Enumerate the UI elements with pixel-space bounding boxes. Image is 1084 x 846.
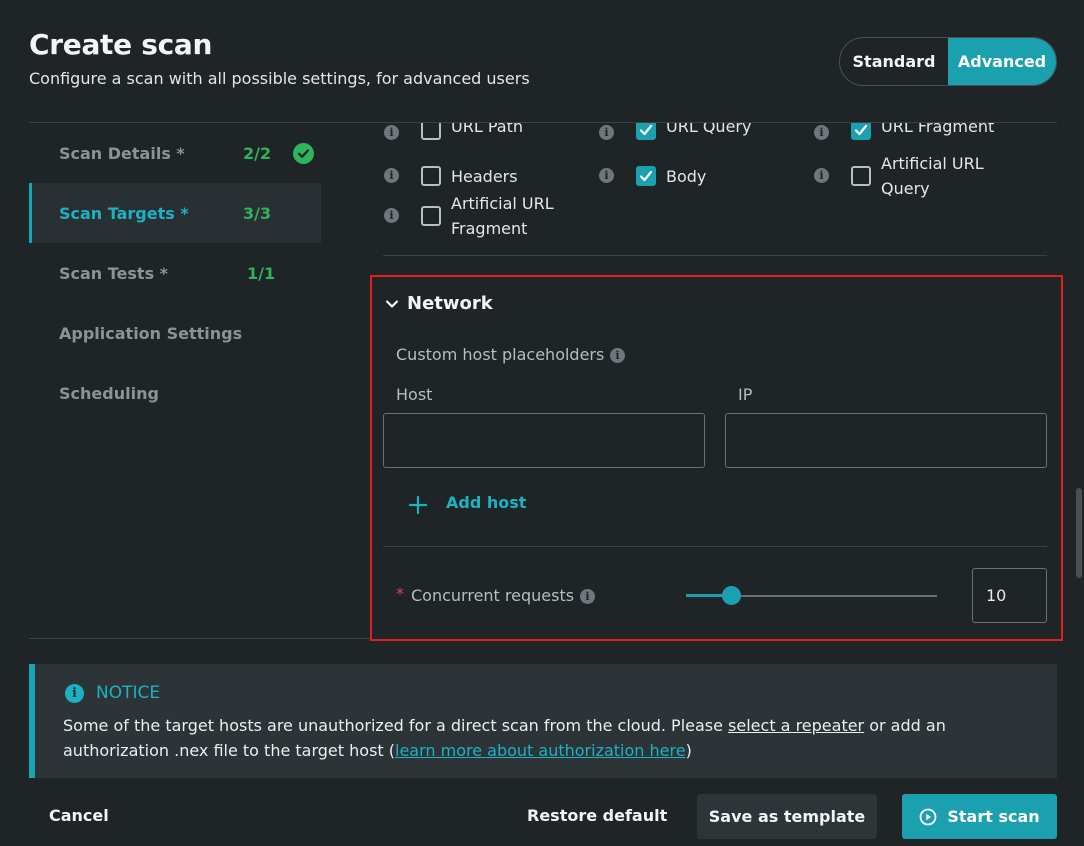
mode-advanced-button[interactable]: Advanced bbox=[948, 38, 1056, 85]
info-icon[interactable]: i bbox=[814, 168, 829, 183]
checkbox-label: Headers bbox=[451, 167, 518, 186]
info-icon[interactable]: i bbox=[599, 125, 614, 140]
sidebar-item-count: 2/2 bbox=[243, 143, 272, 163]
checkbox-label: Artificial URL bbox=[881, 154, 984, 173]
content-divider bbox=[29, 638, 370, 639]
cancel-button[interactable]: Cancel bbox=[49, 806, 109, 825]
info-icon[interactable]: i bbox=[610, 348, 625, 363]
info-icon[interactable]: i bbox=[580, 589, 595, 604]
restore-default-button[interactable]: Restore default bbox=[527, 806, 667, 825]
sidebar-item-label: Scheduling bbox=[59, 383, 159, 403]
checkbox-label: Body bbox=[666, 167, 707, 186]
page-title: Create scan bbox=[29, 28, 213, 61]
start-scan-label: Start scan bbox=[947, 807, 1040, 826]
info-icon[interactable]: i bbox=[814, 125, 829, 140]
play-circle-icon bbox=[919, 808, 937, 826]
info-icon[interactable]: i bbox=[384, 125, 399, 140]
start-scan-button[interactable]: Start scan bbox=[902, 794, 1057, 839]
checkbox-label: URL Query bbox=[666, 123, 752, 136]
add-host-button[interactable]: Add host bbox=[446, 493, 526, 512]
sidebar-item-label: Scan Details * bbox=[59, 143, 185, 163]
sidebar-item-scan-details[interactable]: Scan Details * 2/2 bbox=[29, 123, 321, 183]
checkbox-label: URL Fragment bbox=[881, 123, 995, 136]
notice-text: ) bbox=[685, 741, 692, 760]
checkbox-url-path[interactable] bbox=[421, 123, 441, 140]
mode-standard-button[interactable]: Standard bbox=[840, 38, 948, 85]
notice-banner: i NOTICE Some of the target hosts are un… bbox=[29, 664, 1057, 778]
concurrent-requests-input[interactable]: 10 bbox=[972, 568, 1047, 623]
save-as-template-button[interactable]: Save as template bbox=[697, 794, 877, 839]
chevron-down-icon[interactable] bbox=[385, 296, 399, 310]
info-icon[interactable]: i bbox=[384, 168, 399, 183]
checkbox-artificial-url-query[interactable] bbox=[851, 166, 871, 186]
notice-line-1: Some of the target hosts are unauthorize… bbox=[63, 713, 946, 738]
info-icon[interactable]: i bbox=[599, 168, 614, 183]
sidebar-item-scan-targets[interactable]: Scan Targets * 3/3 bbox=[29, 183, 321, 243]
concurrent-requests-label: Concurrent requests bbox=[411, 586, 575, 605]
checkbox-label: Artificial URL bbox=[451, 194, 554, 213]
checkbox-headers[interactable] bbox=[421, 166, 441, 186]
notice-text: or add an bbox=[864, 716, 946, 735]
info-icon[interactable]: i bbox=[384, 208, 399, 223]
sidebar-item-count: 3/3 bbox=[243, 203, 272, 223]
checkbox-label: URL Path bbox=[451, 123, 523, 136]
checkbox-url-fragment[interactable] bbox=[851, 123, 871, 140]
notice-text: Some of the target hosts are unauthorize… bbox=[63, 716, 729, 735]
checkbox-body[interactable] bbox=[636, 166, 656, 186]
sidebar-item-count: 1/1 bbox=[247, 263, 276, 283]
checkbox-url-query[interactable] bbox=[636, 123, 656, 140]
ip-input[interactable] bbox=[725, 413, 1047, 468]
required-mark: * bbox=[396, 584, 404, 603]
concurrent-requests-slider-thumb[interactable] bbox=[722, 586, 741, 605]
sidebar-item-label: Scan Tests * bbox=[59, 263, 169, 283]
section-divider bbox=[383, 255, 1047, 256]
scrollbar-thumb[interactable] bbox=[1076, 488, 1082, 578]
info-icon: i bbox=[65, 684, 84, 703]
checkbox-artificial-url-fragment[interactable] bbox=[421, 206, 441, 226]
host-label: Host bbox=[396, 385, 433, 404]
network-section-title[interactable]: Network bbox=[407, 293, 493, 314]
notice-line-2: authorization .nex file to the target ho… bbox=[63, 738, 692, 763]
check-circle-icon bbox=[293, 142, 314, 164]
targets-top-row: i URL Path i URL Query i URL Fragment bbox=[370, 123, 1070, 145]
network-divider bbox=[383, 546, 1047, 547]
sidebar-item-label: Application Settings bbox=[59, 323, 243, 343]
checkbox-label-line2: Query bbox=[881, 179, 930, 198]
ip-label: IP bbox=[738, 385, 753, 404]
select-repeater-link[interactable]: select a repeater bbox=[728, 716, 864, 735]
learn-more-authorization-link[interactable]: learn more about authorization here bbox=[395, 741, 686, 760]
sidebar-item-label: Scan Targets * bbox=[59, 203, 189, 223]
notice-title: NOTICE bbox=[96, 683, 161, 703]
sidebar-item-scan-tests[interactable]: Scan Tests * 1/1 bbox=[29, 243, 321, 303]
sidebar-item-scheduling[interactable]: Scheduling bbox=[29, 363, 321, 423]
host-input[interactable] bbox=[383, 413, 705, 468]
custom-host-placeholders-label: Custom host placeholders bbox=[396, 345, 605, 364]
checkbox-label-line2: Fragment bbox=[451, 219, 528, 238]
mode-toggle: Standard Advanced bbox=[839, 37, 1057, 86]
plus-icon[interactable] bbox=[408, 495, 428, 515]
page-subtitle: Configure a scan with all possible setti… bbox=[29, 69, 530, 88]
notice-text: authorization .nex file to the target ho… bbox=[63, 741, 395, 760]
sidebar-item-application-settings[interactable]: Application Settings bbox=[29, 303, 321, 363]
